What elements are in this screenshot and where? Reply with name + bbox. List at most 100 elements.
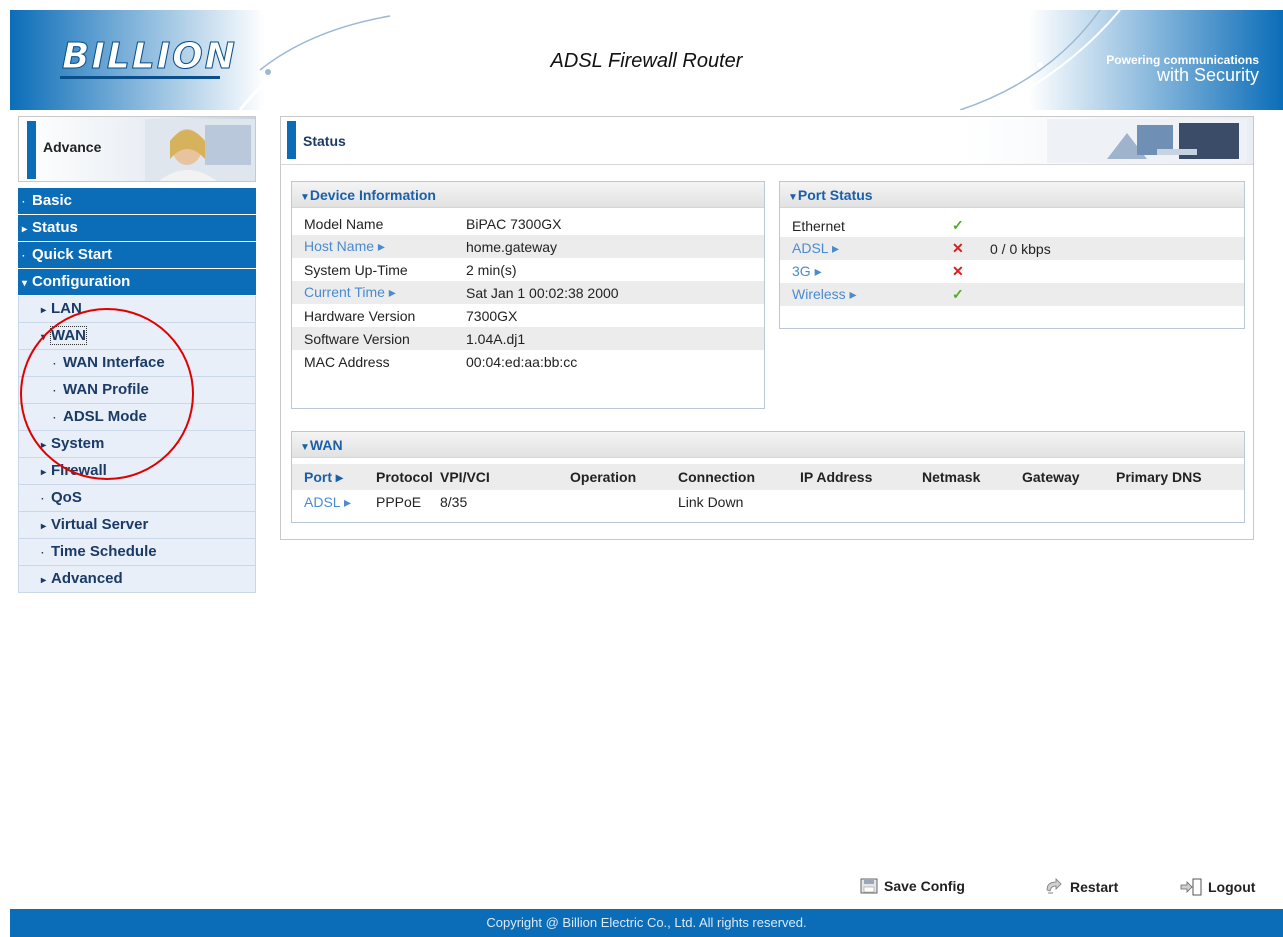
wan-table: Port ▸ Protocol VPI/VCI Operation Connec… [292,464,1244,514]
sidebar-item-configuration[interactable]: ▾ Configuration [18,269,256,296]
restart-arrows-icon [1046,878,1062,894]
software-version-label: Software Version [292,327,454,350]
sidebar-nav: · Basic ▸ Status · Quick Start ▾ Configurati… [18,188,256,593]
wan-title[interactable]: ▼WAN [292,432,1244,458]
port-ethernet-info [978,214,1244,237]
logout-door-icon [1180,878,1202,896]
sidebar-item-time-schedule[interactable]: · Time Schedule [18,539,256,566]
port-wireless-link[interactable]: Wireless ▸ [780,283,940,306]
current-time-link[interactable]: Current Time ▸ [292,281,454,304]
wan-port-adsl-link[interactable]: ADSL ▸ [292,490,376,514]
sidebar-item-advanced[interactable]: ▸ Advanced [18,566,256,593]
section-accent-bar [27,121,36,179]
sidebar-item-wan-profile[interactable]: · WAN Profile [18,377,256,404]
table-row: System Up-Time 2 min(s) [292,258,764,281]
triangle-down-icon: ▾ [22,278,28,289]
triangle-right-icon: ▸ [41,305,47,316]
col-vpi-vci: VPI/VCI [440,464,558,490]
triangle-right-icon: ▸ [41,467,47,478]
device-info-table: Model Name BiPAC 7300GX Host Name ▸ home.g… [292,212,764,373]
hardware-version-value: 7300GX [466,307,518,324]
sidebar-item-lan[interactable]: ▸ LAN [18,296,256,323]
restart-button[interactable]: Restart [1044,878,1118,896]
dot-icon: · [22,251,26,262]
port-adsl-link[interactable]: ADSL ▸ [780,237,940,260]
sidebar-item-adsl-mode[interactable]: · ADSL Mode [18,404,256,431]
app-title: ADSL Firewall Router [550,50,743,72]
sidebar-item-label: Advanced [51,570,123,587]
table-row: Wireless ▸ ✓ [780,283,1244,306]
sidebar-item-label: System [51,435,105,452]
wan-panel: ▼WAN Port ▸ Protocol VPI/VCI Operation C… [291,431,1245,523]
save-config-button[interactable]: Save Config [860,878,965,894]
main-content: Status ▼Device Information Model Name BiP… [280,116,1254,540]
dot-icon: · [41,494,45,505]
check-icon: ✓ [940,283,978,306]
triangle-down-icon: ▼ [788,192,798,203]
port-wireless-info [978,283,1244,306]
brand-tagline: Powering communications with Security [1106,54,1259,84]
page-title-bar: Status [281,117,1253,165]
sidebar-item-system[interactable]: ▸ System [18,431,256,458]
wan-vpi-vci-value: 8/35 [440,494,468,510]
page-title: Status [303,133,346,149]
sidebar-item-label: WAN Interface [63,354,165,371]
col-primary-dns: Primary DNS [1104,464,1244,490]
uptime-label: System Up-Time [304,261,408,278]
model-name-label: Model Name [304,215,384,232]
port-status-panel: ▼Port Status Ethernet ✓ ADSL ▸ ✕ 0 / 0 kbps… [779,181,1245,329]
wan-netmask-value [910,490,1010,514]
sidebar-item-qos[interactable]: · QoS [18,485,256,512]
port-status-title[interactable]: ▼Port Status [780,182,1244,208]
port-3g-link[interactable]: 3G ▸ [780,260,940,283]
host-name-link[interactable]: Host Name ▸ [292,235,454,258]
sidebar-item-firewall[interactable]: ▸ Firewall [18,458,256,485]
sidebar-item-label: QoS [51,489,82,506]
wan-operation-value [558,490,666,514]
bottom-actions: Save Config Restart Logout [0,878,1283,900]
dot-icon: · [41,548,45,559]
table-header-row: Port ▸ Protocol VPI/VCI Operation Connec… [292,464,1244,490]
sidebar-item-wan[interactable]: ▾ WAN [18,323,256,350]
table-row: Model Name BiPAC 7300GX [292,212,764,235]
software-version-value: 1.04A.dj1 [454,327,764,350]
title-accent-bar [287,121,296,159]
logout-label: Logout [1208,879,1256,895]
host-name-value: home.gateway [454,235,764,258]
port-adsl-info: 0 / 0 kbps [978,237,1244,260]
sidebar-item-label: Virtual Server [51,516,149,533]
dot-icon: · [22,197,26,208]
sidebar-item-virtual-server[interactable]: ▸ Virtual Server [18,512,256,539]
table-row: Hardware Version 7300GX [292,304,764,327]
sidebar-item-basic[interactable]: · Basic [18,188,256,215]
col-ip-address: IP Address [788,464,910,490]
sidebar-item-label: Quick Start [32,246,113,263]
table-row: ADSL ▸ ✕ 0 / 0 kbps [780,237,1244,260]
wan-title-label: WAN [309,437,343,453]
port-ethernet-label: Ethernet [792,217,845,234]
mac-address-label: MAC Address [304,353,390,370]
wan-protocol-value: PPPoE [376,494,422,510]
sidebar-item-status[interactable]: ▸ Status [18,215,256,242]
sidebar-item-wan-interface[interactable]: · WAN Interface [18,350,256,377]
device-info-title-label: Device Information [309,187,436,203]
save-config-label: Save Config [884,878,965,894]
sidebar-item-label: Configuration [32,273,131,290]
col-port[interactable]: Port ▸ [292,464,376,490]
table-row: Software Version 1.04A.dj1 [292,327,764,350]
uptime-value: 2 min(s) [466,261,517,278]
triangle-right-icon: ▸ [22,224,28,235]
table-row: Current Time ▸ Sat Jan 1 00:02:38 2000 [292,281,764,304]
office-decoration-image [1047,119,1247,163]
device-info-title[interactable]: ▼Device Information [292,182,764,208]
cross-icon: ✕ [952,263,964,279]
table-row: 3G ▸ ✕ [780,260,1244,283]
floppy-disk-icon [860,878,878,894]
sidebar-item-quick-start[interactable]: · Quick Start [18,242,256,269]
woman-photo-image [145,119,255,181]
logout-button[interactable]: Logout [1180,878,1255,896]
tagline-line2: with Security [1156,65,1259,85]
current-time-value: Sat Jan 1 00:02:38 2000 [454,281,764,304]
triangle-right-icon: ▸ [41,440,47,451]
dot-icon: · [53,359,57,370]
